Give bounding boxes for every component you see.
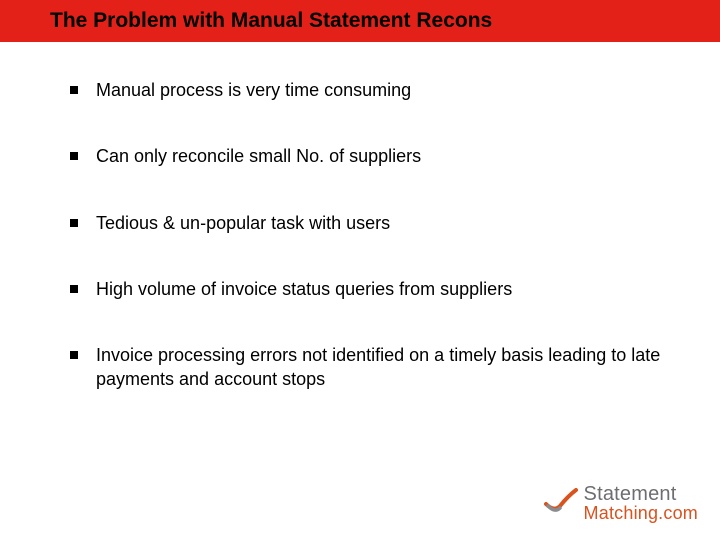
bullet-icon — [70, 351, 78, 359]
logo-text: Statement Matching.com — [584, 484, 698, 522]
list-item: Invoice processing errors not identified… — [70, 343, 670, 392]
logo-line-2: Matching.com — [584, 504, 698, 522]
bullet-icon — [70, 285, 78, 293]
bullet-text: Can only reconcile small No. of supplier… — [96, 144, 670, 168]
slide: The Problem with Manual Statement Recons… — [0, 0, 720, 540]
bullet-icon — [70, 152, 78, 160]
logo-line-1: Statement — [584, 484, 698, 504]
list-item: High volume of invoice status queries fr… — [70, 277, 670, 301]
checkmark-swoosh-icon — [544, 486, 578, 521]
bullet-text: High volume of invoice status queries fr… — [96, 277, 670, 301]
list-item: Can only reconcile small No. of supplier… — [70, 144, 670, 168]
slide-title: The Problem with Manual Statement Recons — [50, 9, 492, 33]
bullet-icon — [70, 219, 78, 227]
title-bar: The Problem with Manual Statement Recons — [0, 0, 720, 42]
bullet-icon — [70, 86, 78, 94]
bullet-list: Manual process is very time consuming Ca… — [0, 42, 720, 392]
bullet-text: Manual process is very time consuming — [96, 78, 670, 102]
list-item: Manual process is very time consuming — [70, 78, 670, 102]
brand-logo: Statement Matching.com — [544, 484, 698, 522]
bullet-text: Tedious & un-popular task with users — [96, 211, 670, 235]
bullet-text: Invoice processing errors not identified… — [96, 343, 670, 392]
list-item: Tedious & un-popular task with users — [70, 211, 670, 235]
